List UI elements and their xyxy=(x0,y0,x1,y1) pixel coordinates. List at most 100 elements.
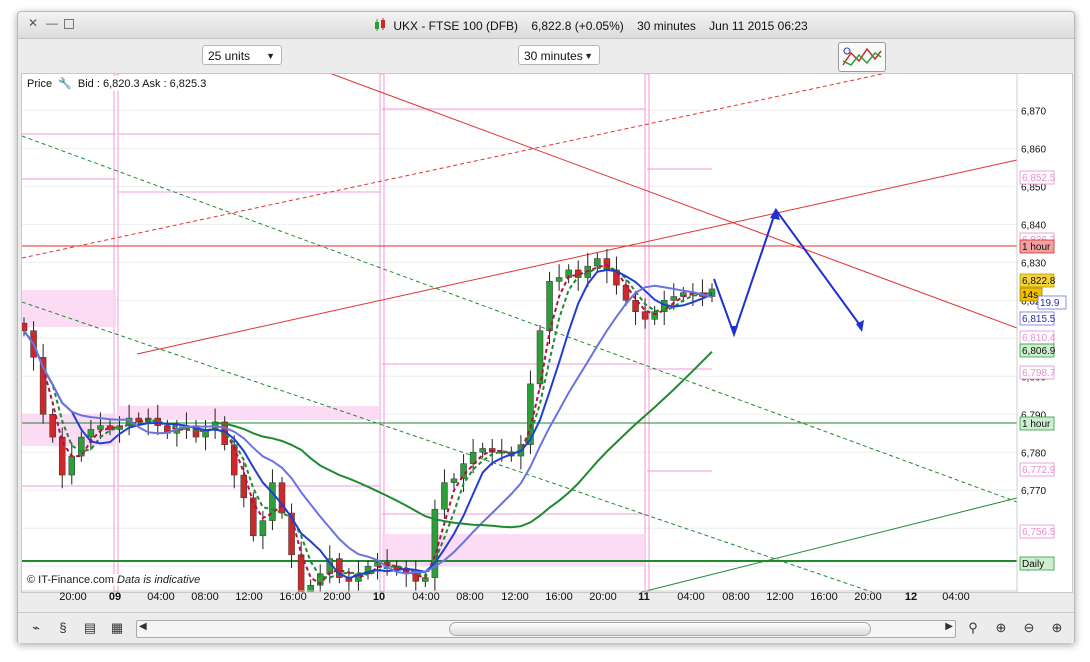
x-tick-label: 20:00 xyxy=(589,591,617,603)
candle xyxy=(651,311,658,320)
y-tick-label: 6,860 xyxy=(1021,144,1046,155)
drawing-tools-icon[interactable] xyxy=(838,42,886,72)
x-tick-label: 16:00 xyxy=(810,591,838,603)
price-label: Daily xyxy=(1022,559,1044,570)
table-icon[interactable]: ▦ xyxy=(108,619,126,637)
candle xyxy=(49,414,56,438)
interval-select-value: 30 minutes xyxy=(524,49,583,63)
x-tick-label: 12:00 xyxy=(766,591,794,603)
notes-icon[interactable]: ▤ xyxy=(81,619,99,637)
interval-select[interactable]: 30 minutes ▼ xyxy=(518,45,600,65)
candle xyxy=(670,296,678,301)
scroll-right-icon[interactable]: ▶ xyxy=(945,621,953,632)
candle xyxy=(536,330,544,385)
x-tick-label: 20:00 xyxy=(59,591,87,603)
interval-label: 30 minutes xyxy=(637,19,696,33)
candle xyxy=(250,497,257,537)
x-tick-label: 20:00 xyxy=(854,591,882,603)
x-tick-label: 04:00 xyxy=(412,591,440,603)
candle xyxy=(20,322,28,331)
x-tick-label: 12 xyxy=(904,591,918,603)
time-scrollbar[interactable]: ◀ ▶ xyxy=(136,620,956,638)
arrow-head xyxy=(730,326,738,337)
x-tick-label: 20:00 xyxy=(323,591,351,603)
x-tick-label: 08:00 xyxy=(191,591,219,603)
minimize-icon[interactable]: — xyxy=(46,17,58,29)
candle xyxy=(594,258,601,267)
toolbar: 25 units ▼ 30 minutes ▼ xyxy=(18,39,1074,71)
x-tick-label: 04:00 xyxy=(942,591,970,603)
bid-ask-readout: Bid : 6,820.3 Ask : 6,825.3 xyxy=(77,78,207,90)
ma-green xyxy=(214,350,713,529)
candle xyxy=(374,562,381,567)
price-chart[interactable]: 6,8706,8606,8506,8406,8306,8206,8106,800… xyxy=(20,73,1072,603)
y-tick-label: 6,770 xyxy=(1021,486,1046,497)
price-label: 6,756.5 xyxy=(1022,527,1056,538)
units-select-value: 25 units xyxy=(208,49,251,63)
last-price: 6,822.8 (+0.05%) xyxy=(531,19,624,33)
title-bar: ✕ — UKX - FTSE 100 (DFB) 6,822.8 (+0.05%… xyxy=(18,12,1074,39)
price-label: 6,798.7 xyxy=(1022,368,1056,379)
x-tick-label: 08:00 xyxy=(456,591,484,603)
candle xyxy=(240,474,248,499)
chevron-down-icon: ▼ xyxy=(584,51,593,61)
chevron-down-icon: ▼ xyxy=(266,51,275,61)
trendline-green xyxy=(641,497,1018,593)
bottom-toolbar: ⌁ § ▤ ▦ ◀ ▶ ⚲ ⊕ ⊖ ⊕ xyxy=(18,612,1074,643)
scroll-left-icon[interactable]: ◀ xyxy=(139,621,147,632)
wrench-icon[interactable]: 🔧 xyxy=(58,78,72,90)
y-tick-label: 6,870 xyxy=(1021,106,1046,117)
watermark: © IT-Finance.com Data is indicative xyxy=(25,574,203,586)
x-tick-label: 10 xyxy=(372,591,386,603)
scroll-thumb[interactable] xyxy=(449,622,871,636)
x-tick-label: 12:00 xyxy=(501,591,529,603)
price-label: 6,852.5 xyxy=(1022,173,1056,184)
candle xyxy=(450,478,458,483)
zoom-fit-icon[interactable]: ⊕ xyxy=(992,619,1010,637)
price-label: 1 hour xyxy=(1022,419,1051,430)
session-separator xyxy=(113,73,119,593)
zoom-in-icon[interactable]: ⊕ xyxy=(1048,619,1066,637)
x-axis: 20:00 09 04:00 08:00 12:00 16:00 20:00 10 04:00 0… xyxy=(20,591,1015,605)
trendline-up xyxy=(136,159,1018,355)
candle xyxy=(97,425,104,430)
pivot-zone xyxy=(22,290,116,327)
candle xyxy=(441,482,448,510)
units-select[interactable]: 25 units ▼ xyxy=(202,45,282,65)
x-tick-label: 12:00 xyxy=(235,591,263,603)
candle xyxy=(479,448,486,453)
candle xyxy=(259,520,267,537)
x-tick-label: 04:00 xyxy=(147,591,175,603)
close-icon[interactable]: ✕ xyxy=(27,17,39,29)
candle xyxy=(68,455,76,476)
price-label: 19.9 xyxy=(1040,298,1060,309)
auto-scale-icon[interactable]: ⚲ xyxy=(964,619,982,637)
chart-area[interactable]: 6,8706,8606,8506,8406,8306,8206,8106,800… xyxy=(20,73,1073,603)
candle xyxy=(555,277,563,282)
y-tick-label: 6,780 xyxy=(1021,448,1046,459)
x-tick-label: 09 xyxy=(108,591,122,603)
maximize-icon[interactable] xyxy=(64,19,74,29)
price-label[interactable]: Price xyxy=(27,78,52,90)
x-tick-label: 11 xyxy=(638,591,650,603)
price-label: 6,806.9 xyxy=(1022,346,1056,357)
instrument-name: UKX - FTSE 100 (DFB) xyxy=(393,19,519,33)
x-tick-label: 16:00 xyxy=(279,591,307,603)
price-label: 6,822.8 xyxy=(1022,276,1056,287)
watermark-note: Data is indicative xyxy=(117,574,201,586)
y-tick-label: 6,830 xyxy=(1021,258,1046,269)
chart-type-icon[interactable]: ⌁ xyxy=(27,619,45,637)
candle xyxy=(622,284,630,301)
watermark-brand: © IT-Finance.com xyxy=(27,574,114,586)
chart-header: Price 🔧 Bid : 6,820.3 Ask : 6,825.3 xyxy=(24,76,210,91)
window-title: UKX - FTSE 100 (DFB) 6,822.8 (+0.05%) 30… xyxy=(374,18,818,33)
chart-window: ✕ — UKX - FTSE 100 (DFB) 6,822.8 (+0.05%… xyxy=(17,11,1075,643)
zoom-out-icon[interactable]: ⊖ xyxy=(1020,619,1038,637)
candle xyxy=(641,311,649,320)
timestamp: Jun 11 2015 06:23 xyxy=(709,19,808,33)
indicators-icon[interactable]: § xyxy=(54,619,72,637)
candles-icon xyxy=(375,18,385,31)
price-label: 6,815.5 xyxy=(1022,314,1056,325)
price-label: 14s xyxy=(1022,290,1038,301)
projection-path xyxy=(713,207,863,338)
